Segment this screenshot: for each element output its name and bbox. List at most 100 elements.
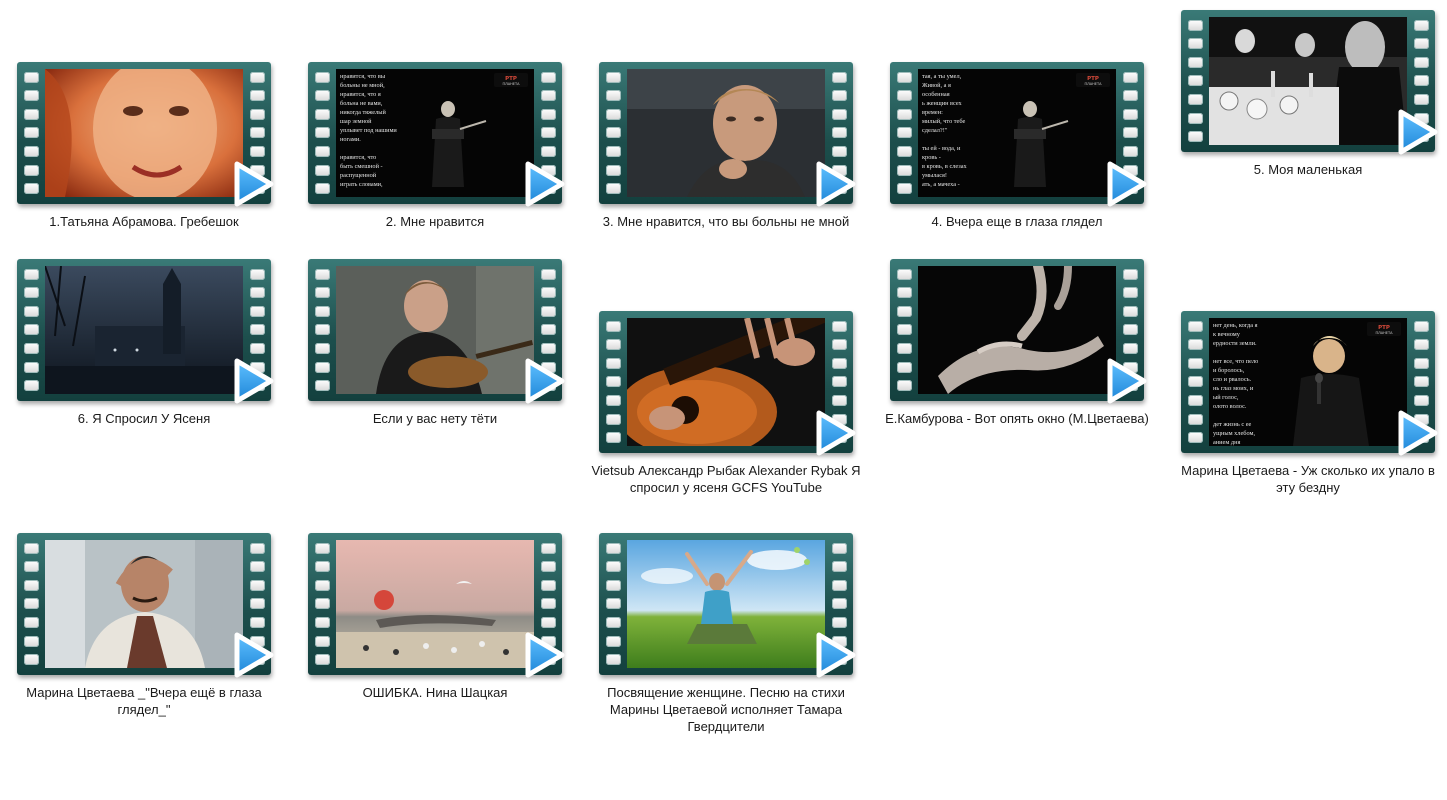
video-frame <box>336 266 534 394</box>
video-item[interactable]: ОШИБКА. Нина Шацкая <box>291 533 579 701</box>
film-sprocket-hole <box>1413 94 1429 106</box>
film-sprocket-hole <box>1413 376 1429 388</box>
video-thumbnail[interactable] <box>308 259 565 404</box>
film-sprocket-hole <box>1122 343 1138 355</box>
film-sprocket-hole <box>896 164 912 176</box>
svg-text:никогда тяжелый: никогда тяжелый <box>340 109 386 116</box>
film-strip-left <box>890 62 918 204</box>
video-item[interactable]: Посвящение женщине. Песню на стихи Марин… <box>582 533 870 735</box>
video-thumbnail[interactable] <box>1181 10 1438 155</box>
film-sprocket-hole <box>314 561 330 573</box>
video-item[interactable]: 5. Моя маленькая <box>1164 10 1447 178</box>
video-thumbnail[interactable] <box>599 533 856 678</box>
video-title[interactable]: 4. Вчера еще в глаза глядел <box>873 213 1161 230</box>
film-sprocket-hole <box>605 127 621 139</box>
film-sprocket-hole <box>314 635 330 647</box>
film-sprocket-hole <box>1413 56 1429 68</box>
film-sprocket-hole <box>896 305 912 317</box>
video-item[interactable]: нравится, что вы больны не мной, нравится,… <box>291 62 579 230</box>
film-sprocket-hole <box>1413 19 1429 31</box>
film-sprocket-hole <box>831 320 847 332</box>
film-sprocket-hole <box>314 598 330 610</box>
film-sprocket-hole <box>1413 357 1429 369</box>
film-sprocket-hole <box>540 324 556 336</box>
film-sprocket-hole <box>23 542 39 554</box>
svg-text:ПЛАНЕТА: ПЛАНЕТА <box>1375 331 1393 335</box>
svg-text:ты ей - вода, и: ты ей - вода, и <box>922 145 961 152</box>
svg-text:милый, что тебе: милый, что тебе <box>922 118 965 125</box>
film-sprocket-hole <box>1187 38 1203 50</box>
video-thumbnail-image <box>336 266 534 394</box>
video-title[interactable]: 2. Мне нравится <box>291 213 579 230</box>
film-sprocket-hole <box>605 432 621 444</box>
film-sprocket-hole <box>1122 71 1138 83</box>
svg-text:особенная: особенная <box>922 91 950 98</box>
film-sprocket-hole <box>605 108 621 120</box>
video-frame <box>1209 17 1407 145</box>
video-item[interactable]: тая, а ты умел, Живой, а я особенная ь женщ… <box>873 62 1161 230</box>
video-thumbnail[interactable] <box>17 533 274 678</box>
video-item[interactable]: Е.Камбурова - Вот опять окно (М.Цветаева… <box>873 259 1161 427</box>
video-title[interactable]: 3. Мне нравится, что вы больны не мной <box>582 213 870 230</box>
film-sprocket-hole <box>605 579 621 591</box>
video-thumbnail[interactable] <box>599 62 856 207</box>
video-item[interactable]: Vietsub Александр Рыбак Alexander Rybak … <box>582 311 870 496</box>
svg-text:и боролось,: и боролось, <box>1213 367 1245 374</box>
film-sprocket-hole <box>1187 56 1203 68</box>
video-title[interactable]: Марина Цветаева - Уж сколько их упало в … <box>1164 462 1447 496</box>
video-title[interactable]: Vietsub Александр Рыбак Alexander Rybak … <box>582 462 870 496</box>
svg-text:нравится, что я: нравится, что я <box>340 91 381 98</box>
play-icon <box>816 161 856 207</box>
video-title[interactable]: ОШИБКА. Нина Шацкая <box>291 684 579 701</box>
video-thumbnail[interactable] <box>17 62 274 207</box>
film-strip-left <box>17 533 45 675</box>
video-thumbnail[interactable]: нет день, когда я к вечному ердности земли… <box>1181 311 1438 456</box>
play-icon <box>816 410 856 456</box>
video-item[interactable]: 3. Мне нравится, что вы больны не мной <box>582 62 870 230</box>
film-sprocket-hole <box>831 90 847 102</box>
film-sprocket-hole <box>1122 305 1138 317</box>
video-thumbnail[interactable] <box>17 259 274 404</box>
film-sprocket-hole <box>23 635 39 647</box>
film-sprocket-hole <box>540 268 556 280</box>
play-icon <box>816 632 856 678</box>
svg-text:умылася!: умылася! <box>922 172 947 179</box>
film-sprocket-hole <box>249 542 265 554</box>
film-sprocket-hole <box>1187 19 1203 31</box>
video-thumbnail[interactable]: тая, а ты умел, Живой, а я особенная ь женщ… <box>890 62 1147 207</box>
video-title[interactable]: 1.Татьяна Абрамова. Гребешок <box>0 213 288 230</box>
video-thumbnail-image <box>45 69 243 197</box>
video-thumbnail[interactable] <box>599 311 856 456</box>
film-strip-left <box>599 62 627 204</box>
video-thumbnail[interactable] <box>308 533 565 678</box>
video-item[interactable]: Если у вас нету тёти <box>291 259 579 427</box>
film-sprocket-hole <box>23 380 39 392</box>
film-strip-left <box>599 311 627 453</box>
film-sprocket-hole <box>314 542 330 554</box>
video-frame: нравится, что вы больны не мной, нравится,… <box>336 69 534 197</box>
video-item[interactable]: нет день, когда я к вечному ердности земли… <box>1164 311 1447 496</box>
film-sprocket-hole <box>314 361 330 373</box>
video-title[interactable]: Посвящение женщине. Песню на стихи Марин… <box>582 684 870 735</box>
video-item[interactable]: Марина Цветаева _"Вчера ещё в глаза гляд… <box>0 533 288 718</box>
video-title[interactable]: Если у вас нету тёти <box>291 410 579 427</box>
video-title[interactable]: 6. Я Спросил У Ясеня <box>0 410 288 427</box>
film-sprocket-hole <box>314 654 330 666</box>
video-item[interactable]: 6. Я Спросил У Ясеня <box>0 259 288 427</box>
svg-text:ПЛАНЕТА: ПЛАНЕТА <box>502 82 520 86</box>
video-title[interactable]: Марина Цветаева _"Вчера ещё в глаза гляд… <box>0 684 288 718</box>
svg-text:играть словами,: играть словами, <box>340 181 383 188</box>
film-sprocket-hole <box>540 305 556 317</box>
film-sprocket-hole <box>1122 324 1138 336</box>
video-item[interactable]: 1.Татьяна Абрамова. Гребешок <box>0 62 288 230</box>
film-sprocket-hole <box>1122 287 1138 299</box>
video-title[interactable]: Е.Камбурова - Вот опять окно (М.Цветаева… <box>873 410 1161 427</box>
video-title[interactable]: 5. Моя маленькая <box>1164 161 1447 178</box>
film-sprocket-hole <box>23 324 39 336</box>
video-thumbnail-image: нет день, когда я к вечному ердности земли… <box>1209 318 1407 446</box>
video-thumbnail[interactable] <box>890 259 1147 404</box>
film-sprocket-hole <box>605 183 621 195</box>
video-thumbnail-image <box>1209 17 1407 145</box>
video-thumbnail[interactable]: нравится, что вы больны не мной, нравится,… <box>308 62 565 207</box>
film-sprocket-hole <box>1187 131 1203 143</box>
